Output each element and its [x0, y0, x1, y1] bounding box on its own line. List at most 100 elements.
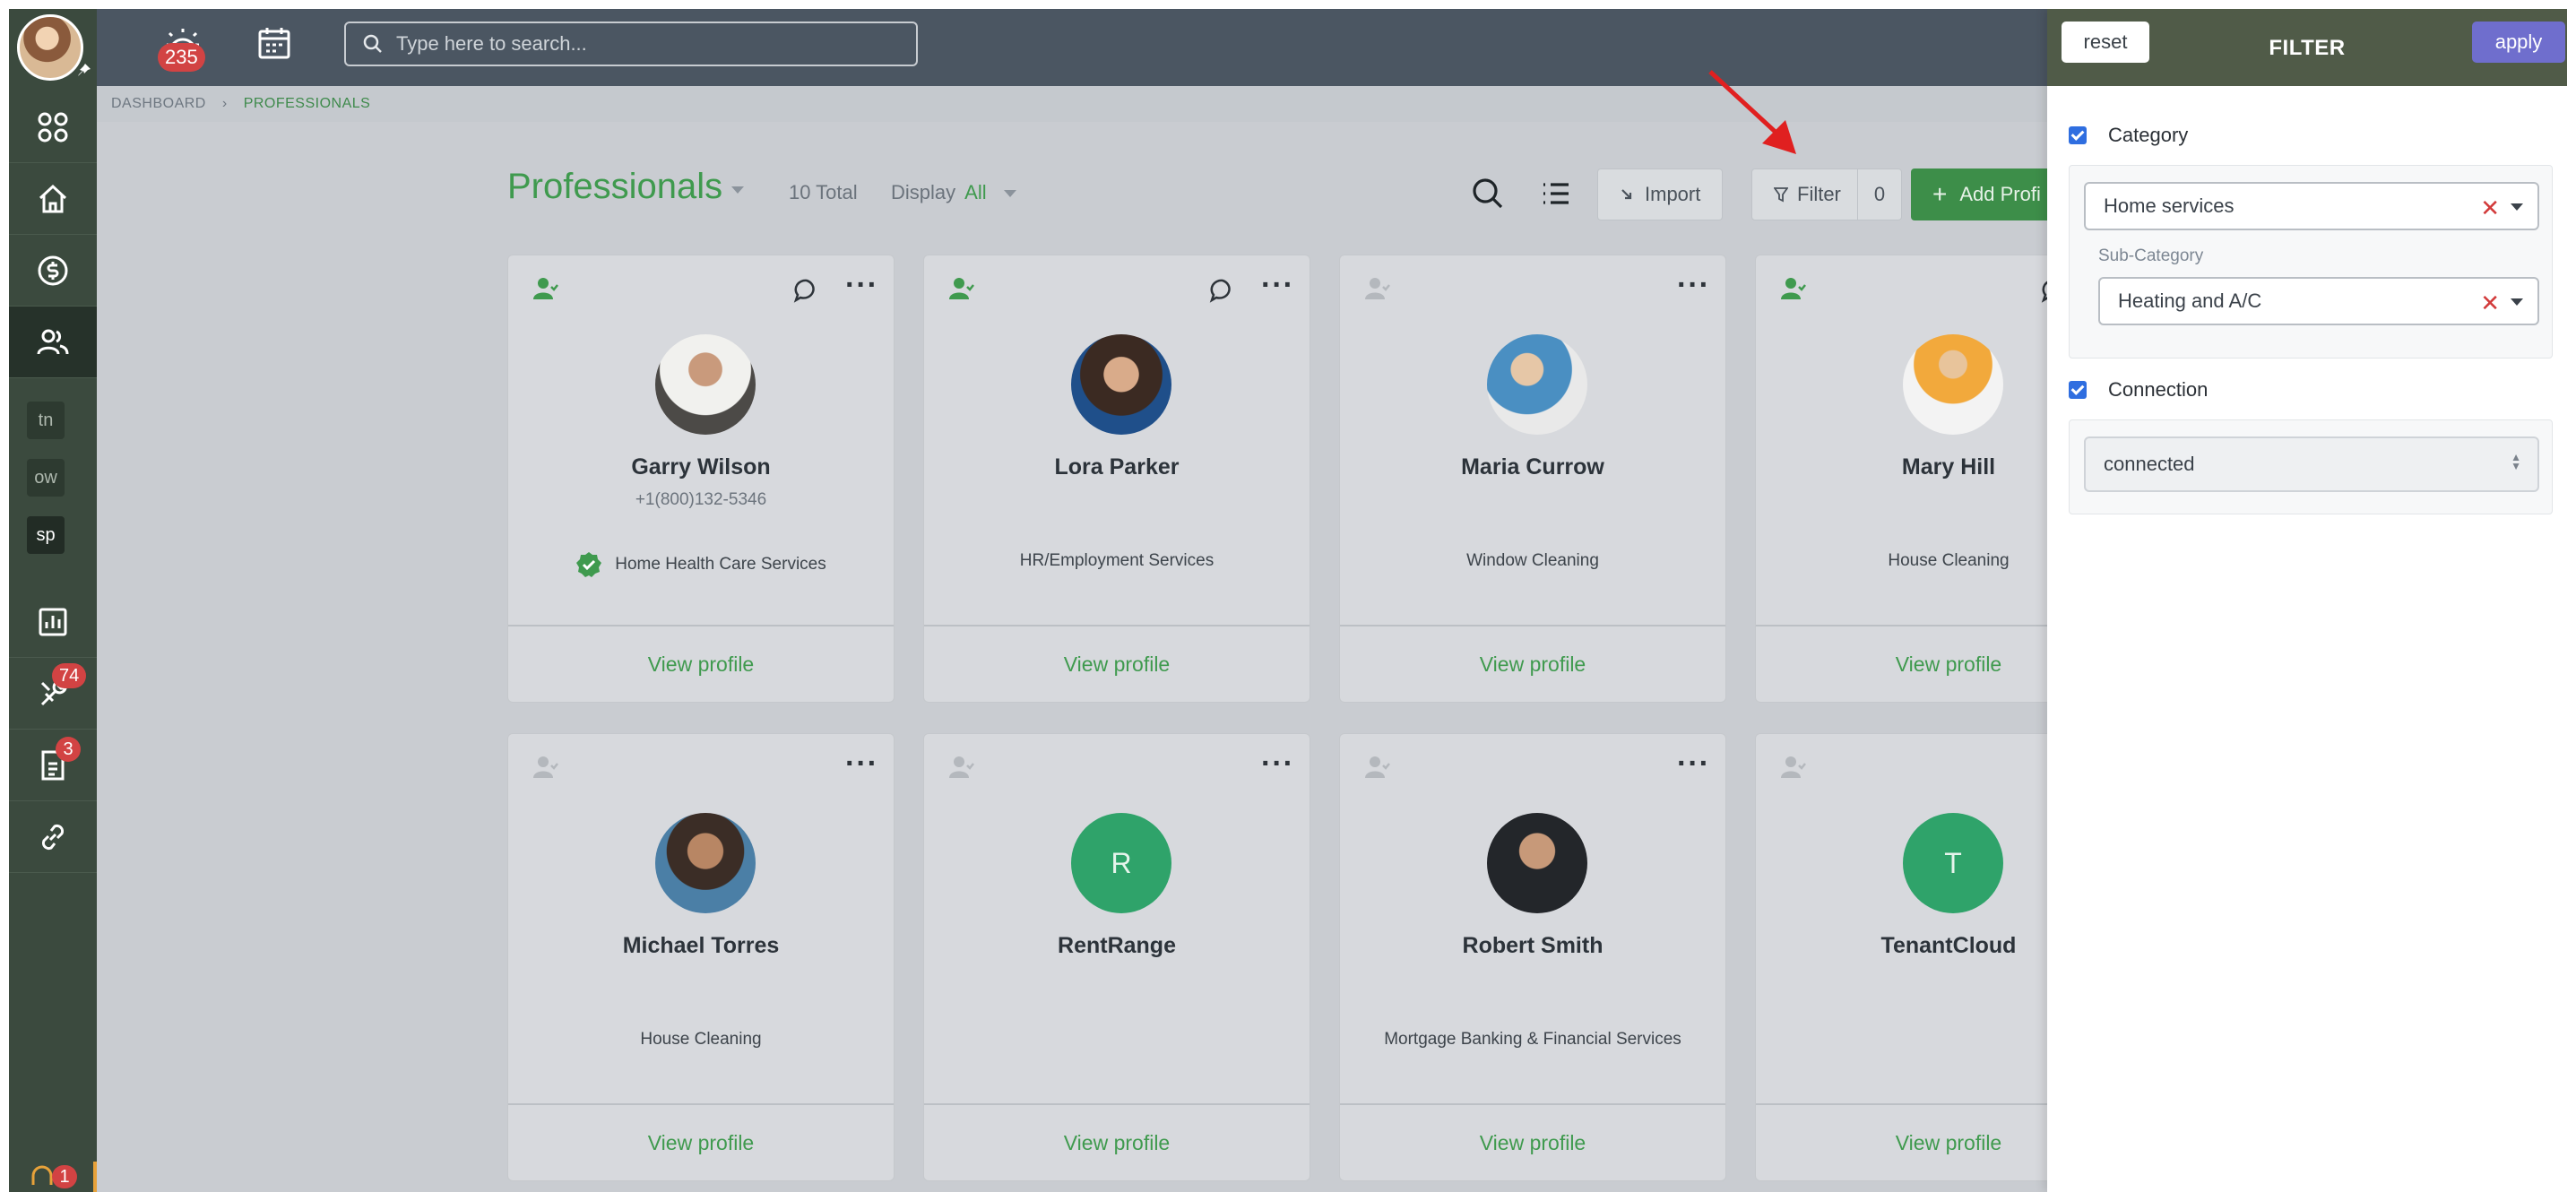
- professional-service: Home Health Care Services: [508, 551, 894, 578]
- more-options-icon[interactable]: ···: [845, 748, 877, 782]
- more-options-icon[interactable]: ···: [1261, 270, 1293, 304]
- sidebar-item-tools[interactable]: 74: [9, 658, 97, 730]
- view-profile-link[interactable]: View profile: [924, 1103, 1310, 1180]
- view-profile-link[interactable]: View profile: [924, 625, 1310, 702]
- professional-card[interactable]: ··· Maria Currow Window Cleaning View profi…: [1339, 255, 1726, 703]
- calendar-icon[interactable]: [255, 23, 298, 66]
- professional-name[interactable]: RentRange: [924, 933, 1310, 959]
- avatar: [1487, 334, 1587, 435]
- link-icon: [41, 824, 65, 850]
- breadcrumb-dashboard[interactable]: DASHBOARD: [111, 96, 206, 112]
- connected-user-icon: [1779, 275, 1806, 302]
- category-label: Category: [2108, 124, 2189, 146]
- professional-card[interactable]: ··· Michael Torres House Cleaning View prof…: [507, 733, 895, 1181]
- view-profile-link[interactable]: View profile: [508, 1103, 894, 1180]
- display-selector[interactable]: Display All: [891, 181, 987, 204]
- professional-service: Window Cleaning: [1466, 551, 1599, 570]
- search-icon: [363, 34, 382, 53]
- user-icon: [1363, 275, 1390, 302]
- sidebar-item-dashboard[interactable]: [9, 91, 97, 163]
- chevron-down-icon[interactable]: [1004, 190, 1016, 197]
- professional-card[interactable]: ··· Garry Wilson +1(800)132-5346 Home Healt…: [507, 255, 895, 703]
- clear-category-icon[interactable]: ✕: [2480, 196, 2500, 220]
- sidebar-item-professionals[interactable]: [9, 307, 97, 378]
- filter-count: 0: [1856, 168, 1901, 220]
- search-icon[interactable]: [1470, 176, 1506, 212]
- users-icon: [37, 329, 69, 354]
- app-window: tn ow sp 74 3 1 235 Type here to search.…: [9, 9, 2567, 1192]
- more-options-icon[interactable]: ···: [845, 270, 877, 304]
- filter-panel-header: reset FILTER apply: [2047, 9, 2567, 86]
- professional-card[interactable]: ··· Lora Parker HR/Employment Services View…: [923, 255, 1310, 703]
- chevron-down-icon[interactable]: [2511, 203, 2523, 211]
- professional-name[interactable]: Robert Smith: [1340, 933, 1725, 959]
- sidebar-item-links[interactable]: [9, 801, 97, 873]
- category-value: Home services: [2104, 194, 2235, 217]
- search-input[interactable]: [396, 32, 898, 56]
- view-profile-link[interactable]: View profile: [508, 625, 894, 702]
- breadcrumb-professionals: PROFESSIONALS: [243, 96, 371, 111]
- left-sidebar: tn ow sp 74 3 1: [9, 9, 97, 1192]
- avatar: [1487, 813, 1587, 913]
- import-button[interactable]: Import: [1597, 168, 1724, 220]
- view-profile-link[interactable]: View profile: [1340, 1103, 1725, 1180]
- chat-icon[interactable]: [1209, 277, 1236, 304]
- user-icon: [1779, 754, 1806, 781]
- clear-subcategory-icon[interactable]: ✕: [2480, 291, 2500, 315]
- sidebar-item-finance[interactable]: [9, 235, 97, 307]
- professional-name[interactable]: Michael Torres: [508, 933, 894, 959]
- more-options-icon[interactable]: ···: [1677, 270, 1709, 304]
- chevron-down-icon[interactable]: [731, 186, 744, 194]
- connection-checkbox[interactable]: [2069, 381, 2087, 399]
- connection-checkbox-row[interactable]: Connection: [2069, 378, 2208, 402]
- search-box[interactable]: [344, 22, 918, 66]
- user-icon: [947, 754, 974, 781]
- avatar: T: [1903, 813, 2003, 913]
- category-checkbox-row[interactable]: Category: [2069, 124, 2188, 147]
- sidebar-item-tn[interactable]: tn: [27, 402, 65, 439]
- filter-label: Filter: [1797, 183, 1841, 205]
- funnel-icon: [1774, 187, 1788, 203]
- display-label: Display: [891, 181, 956, 203]
- pin-icon[interactable]: [77, 63, 91, 77]
- professional-name[interactable]: Lora Parker: [924, 454, 1310, 480]
- connected-user-icon: [532, 275, 558, 302]
- more-options-icon[interactable]: ···: [1677, 748, 1709, 782]
- category-checkbox[interactable]: [2069, 126, 2087, 144]
- sidebar-item-home[interactable]: [9, 163, 97, 235]
- display-value[interactable]: All: [964, 181, 986, 203]
- user-avatar[interactable]: [17, 14, 83, 81]
- sidebar-item-ow[interactable]: ow: [27, 459, 65, 497]
- view-profile-link[interactable]: View profile: [1340, 625, 1725, 702]
- chevron-down-icon[interactable]: [2511, 298, 2523, 306]
- more-options-icon[interactable]: ···: [1261, 748, 1293, 782]
- professional-service: House Cleaning: [640, 1030, 762, 1049]
- professional-name[interactable]: Maria Currow: [1340, 454, 1725, 480]
- chat-icon[interactable]: [793, 277, 820, 304]
- sidebar-item-sp[interactable]: sp: [27, 516, 65, 554]
- connected-user-icon: [947, 275, 974, 302]
- apply-button[interactable]: apply: [2472, 22, 2565, 63]
- verified-badge-icon: [576, 552, 602, 577]
- professional-phone: +1(800)132-5346: [635, 490, 767, 509]
- grid-icon: [38, 112, 68, 142]
- connection-select[interactable]: connected ▲ ▼: [2084, 436, 2539, 492]
- connection-label: Connection: [2108, 378, 2209, 401]
- list-view-icon[interactable]: [1538, 176, 1574, 212]
- plus-icon: +: [1932, 180, 1948, 208]
- category-select[interactable]: Home services ✕: [2084, 182, 2539, 230]
- connection-value: connected: [2104, 453, 2195, 475]
- professional-name[interactable]: Garry Wilson: [508, 454, 894, 480]
- avatar: [655, 334, 756, 435]
- page-title[interactable]: Professionals: [507, 167, 722, 207]
- avatar: R: [1071, 813, 1171, 913]
- bottom-indicator: [93, 1162, 97, 1192]
- notifications-badge: 235: [158, 43, 205, 72]
- sidebar-item-reports[interactable]: [9, 586, 97, 658]
- filter-button[interactable]: Filter 0: [1751, 168, 1903, 220]
- user-icon: [1363, 754, 1390, 781]
- professional-card[interactable]: ··· R RentRange View profile: [923, 733, 1310, 1181]
- subcategory-select[interactable]: Heating and A/C ✕: [2098, 277, 2539, 325]
- sidebar-item-documents[interactable]: 3: [9, 730, 97, 801]
- professional-card[interactable]: ··· Robert Smith Mortgage Banking & Financ…: [1339, 733, 1726, 1181]
